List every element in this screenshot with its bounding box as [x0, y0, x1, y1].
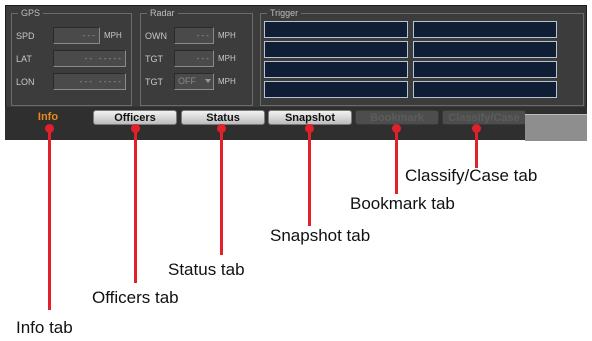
callout-line-bookmark [395, 128, 398, 194]
gps-group: GPS SPD --- MPH LAT -- ----- LON --- ---… [11, 7, 132, 106]
callout-line-classify [475, 128, 478, 168]
tab-status[interactable]: Status [181, 110, 265, 125]
tgt2-label: TGT [145, 77, 163, 87]
gps-title: GPS [18, 7, 44, 19]
tab-bookmark[interactable]: Bookmark [355, 110, 439, 125]
callout-label-bookmark: Bookmark tab [350, 194, 455, 213]
callout-label-status: Status tab [168, 260, 245, 279]
tab-strip-end [525, 114, 587, 141]
lon-label: LON [16, 77, 35, 87]
trigger-group: Trigger [260, 7, 584, 106]
own-field[interactable]: --- [174, 27, 214, 44]
trigger-slot-8[interactable] [413, 81, 557, 98]
trigger-slot-7[interactable] [264, 81, 408, 98]
tgt2-select[interactable]: OFF [174, 73, 214, 90]
trigger-slot-2[interactable] [413, 21, 557, 38]
trigger-slot-3[interactable] [264, 41, 408, 58]
chevron-down-icon [205, 79, 211, 83]
lat-field[interactable]: -- ----- [53, 50, 126, 67]
tab-snapshot[interactable]: Snapshot [268, 110, 352, 125]
trigger-title: Trigger [267, 7, 302, 19]
tgt2-select-value: OFF [178, 76, 196, 86]
tgt1-field[interactable]: --- [174, 50, 214, 67]
callout-label-snapshot: Snapshot tab [270, 226, 371, 245]
trigger-slot-6[interactable] [413, 61, 557, 78]
tab-info[interactable]: Info [18, 110, 78, 125]
spd-field[interactable]: --- [53, 27, 100, 44]
trigger-slot-1[interactable] [264, 21, 408, 38]
lat-label: LAT [16, 54, 32, 64]
tgt2-unit: MPH [218, 77, 236, 86]
tab-officers[interactable]: Officers [93, 110, 177, 125]
callout-line-status [220, 128, 223, 255]
trigger-slot-5[interactable] [264, 61, 408, 78]
own-unit: MPH [218, 31, 236, 40]
radar-title: Radar [147, 7, 178, 19]
tab-classify-case[interactable]: Classify/Case [442, 110, 526, 125]
own-label: OWN [145, 31, 167, 41]
tgt1-label: TGT [145, 54, 163, 64]
callout-label-classify: Classify/Case tab [405, 166, 538, 185]
callout-line-officers [134, 128, 137, 283]
spd-unit: MPH [104, 31, 122, 40]
callout-label-officers: Officers tab [92, 288, 179, 307]
tab-strip: Info Officers Status Snapshot Bookmark C… [5, 107, 587, 141]
trigger-slot-4[interactable] [413, 41, 557, 58]
callout-line-snapshot [308, 128, 311, 226]
spd-label: SPD [16, 31, 35, 41]
radar-group: Radar OWN --- MPH TGT --- MPH TGT OFF MP… [140, 7, 253, 106]
tgt1-unit: MPH [218, 54, 236, 63]
lon-field[interactable]: --- ----- [53, 73, 126, 90]
callout-line-info [48, 128, 51, 310]
callout-label-info: Info tab [16, 318, 73, 337]
